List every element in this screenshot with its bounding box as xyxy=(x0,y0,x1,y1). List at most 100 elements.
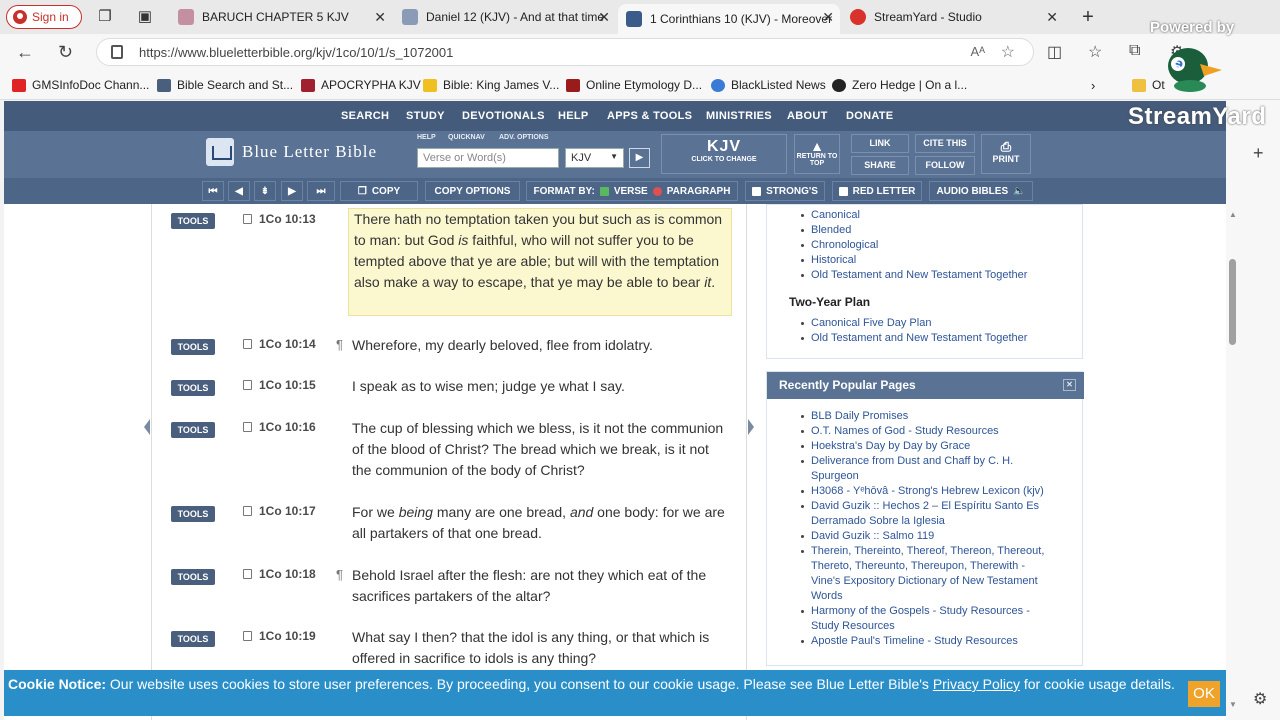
adv-options-link[interactable]: ADV. OPTIONS xyxy=(499,134,549,141)
popular-link[interactable]: Hoekstra's Day by Day by Grace xyxy=(789,439,1049,454)
popular-link[interactable]: David Guzik :: Salmo 119 xyxy=(789,529,1049,544)
bookmarks-more-icon[interactable]: › xyxy=(1091,78,1095,93)
close-tab-icon[interactable]: ✕ xyxy=(374,9,386,26)
paragraph-radio[interactable] xyxy=(652,186,662,196)
nav-search[interactable]: SEARCH xyxy=(341,110,389,122)
site-logo[interactable]: Blue Letter Bible xyxy=(206,138,377,166)
popular-link[interactable]: O.T. Names of God - Study Resources xyxy=(789,424,1049,439)
verse-reference[interactable]: 1Co 10:13 xyxy=(259,212,316,226)
new-tab-icon[interactable]: + xyxy=(1079,7,1097,27)
close-tab-icon[interactable]: ✕ xyxy=(1046,9,1058,26)
chapter-list-icon[interactable]: ⇟ xyxy=(254,181,276,201)
previous-page-arrow-icon[interactable] xyxy=(144,419,150,435)
copy-verse-icon[interactable] xyxy=(243,214,252,224)
tools-button[interactable]: TOOLS xyxy=(171,422,215,438)
verse-reference[interactable]: 1Co 10:16 xyxy=(259,420,316,434)
cite-this-button[interactable]: CITE THIS xyxy=(915,134,975,153)
follow-button[interactable]: FOLLOW xyxy=(915,156,975,175)
go-button[interactable]: ▶ xyxy=(629,148,650,168)
tab-daniel[interactable]: Daniel 12 (KJV) - And at that time ✕ xyxy=(394,4,616,30)
copy-options-button[interactable]: COPY OPTIONS xyxy=(425,181,520,201)
tab-streamyard[interactable]: StreamYard - Studio ✕ xyxy=(842,4,1064,30)
nav-help[interactable]: HELP xyxy=(558,110,589,122)
nav-ministries[interactable]: MINISTRIES xyxy=(706,110,772,122)
workspaces-icon[interactable]: ❐ xyxy=(96,8,114,26)
tab-1-corinthians[interactable]: 1 Corinthians 10 (KJV) - Moreover ✕ xyxy=(618,4,840,34)
copy-verse-icon[interactable] xyxy=(243,380,252,390)
quicknav-link[interactable]: QUICKNAV xyxy=(448,134,485,141)
verse-reference[interactable]: 1Co 10:19 xyxy=(259,629,316,643)
plan-link[interactable]: Chronological xyxy=(789,238,1027,253)
add-sidebar-icon[interactable]: + xyxy=(1253,143,1264,164)
copy-verse-icon[interactable] xyxy=(243,506,252,516)
bookmark-item[interactable]: Online Etymology D... xyxy=(566,78,702,92)
plan-link[interactable]: Canonical Five Day Plan xyxy=(789,316,1027,331)
collapse-panel-icon[interactable]: ✕ xyxy=(1063,379,1076,391)
share-button[interactable]: SHARE xyxy=(851,156,909,175)
plan-link[interactable]: Old Testament and New Testament Together xyxy=(789,331,1027,346)
copy-verse-icon[interactable] xyxy=(243,339,252,349)
popular-link[interactable]: Apostle Paul's Timeline - Study Resource… xyxy=(789,634,1049,649)
tools-button[interactable]: TOOLS xyxy=(171,631,215,647)
checkbox[interactable] xyxy=(838,186,848,196)
privacy-policy-link[interactable]: Privacy Policy xyxy=(933,676,1020,692)
plan-link[interactable]: Canonical xyxy=(789,208,1027,223)
nav-apps-tools[interactable]: APPS & TOOLS xyxy=(607,110,692,122)
settings-gear-icon[interactable]: ⚙ xyxy=(1253,689,1267,709)
next-page-arrow-icon[interactable] xyxy=(748,419,754,435)
return-to-top-button[interactable]: ▲ RETURN TO TOP xyxy=(794,134,840,174)
bookmark-item[interactable]: APOCRYPHA KJV xyxy=(301,78,421,92)
tools-button[interactable]: TOOLS xyxy=(171,569,215,585)
tools-button[interactable]: TOOLS xyxy=(171,213,215,229)
checkbox[interactable] xyxy=(752,186,762,196)
help-link[interactable]: HELP xyxy=(417,134,436,141)
popular-link[interactable]: David Guzik :: Hechos 2 – El Espíritu Sa… xyxy=(789,499,1049,529)
copy-verse-icon[interactable] xyxy=(243,631,252,641)
audio-bibles-button[interactable]: AUDIO BIBLES 🔈 xyxy=(929,181,1033,201)
verse-reference[interactable]: 1Co 10:15 xyxy=(259,378,316,392)
plan-link[interactable]: Blended xyxy=(789,223,1027,238)
bookmark-item[interactable]: Bible Search and St... xyxy=(157,78,293,92)
bookmark-item[interactable]: Zero Hedge | On a l... xyxy=(832,78,967,92)
popular-link[interactable]: H3068 - Yᵉhōvâ - Strong's Hebrew Lexicon… xyxy=(789,484,1049,499)
tab-actions-icon[interactable]: ▣ xyxy=(136,8,154,26)
nav-donate[interactable]: DONATE xyxy=(846,110,893,122)
verse-reference[interactable]: 1Co 10:17 xyxy=(259,504,316,518)
verse-reference[interactable]: 1Co 10:18 xyxy=(259,567,316,581)
close-tab-icon[interactable]: ✕ xyxy=(598,9,610,26)
tools-button[interactable]: TOOLS xyxy=(171,506,215,522)
refresh-icon[interactable]: ↻ xyxy=(58,42,73,63)
tab-baruch[interactable]: BARUCH CHAPTER 5 KJV ✕ xyxy=(170,4,392,30)
favorites-icon[interactable]: ☆ xyxy=(1088,42,1102,62)
popular-link[interactable]: Harmony of the Gospels - Study Resources… xyxy=(789,604,1049,634)
bookmark-item[interactable]: BlackListed News xyxy=(711,78,826,92)
back-icon[interactable]: ← xyxy=(16,42,34,63)
split-screen-icon[interactable]: ◫ xyxy=(1047,42,1062,62)
print-button[interactable]: ⎙ PRINT xyxy=(981,134,1031,174)
nav-study[interactable]: STUDY xyxy=(406,110,445,122)
previous-chapter-icon[interactable]: ◀ xyxy=(228,181,250,201)
verse-search-input[interactable]: Verse or Word(s) xyxy=(417,148,559,168)
copy-button[interactable]: ❐ COPY xyxy=(340,181,418,201)
strongs-toggle[interactable]: STRONG'S xyxy=(745,181,825,201)
first-chapter-icon[interactable]: ⏮ xyxy=(202,181,224,201)
copy-verse-icon[interactable] xyxy=(243,422,252,432)
change-version-button[interactable]: KJV CLICK TO CHANGE xyxy=(661,134,787,174)
nav-about[interactable]: ABOUT xyxy=(787,110,828,122)
copy-verse-icon[interactable] xyxy=(243,569,252,579)
plan-link[interactable]: Old Testament and New Testament Together xyxy=(789,268,1027,283)
cookie-ok-button[interactable]: OK xyxy=(1188,681,1220,707)
popular-link[interactable]: Therein, Thereinto, Thereof, Thereon, Th… xyxy=(789,544,1049,604)
close-tab-icon[interactable]: ✕ xyxy=(822,9,834,26)
link-button[interactable]: LINK xyxy=(851,134,909,153)
nav-devotionals[interactable]: DEVOTIONALS xyxy=(462,110,545,122)
red-letter-toggle[interactable]: RED LETTER xyxy=(832,181,922,201)
sign-in-button[interactable]: Sign in xyxy=(6,5,82,29)
url-field[interactable]: https://www.blueletterbible.org/kjv/1co/… xyxy=(96,38,1034,66)
plan-link[interactable]: Historical xyxy=(789,253,1027,268)
bookmark-item[interactable]: GMSInfoDoc Chann... xyxy=(12,78,149,92)
scroll-down-icon[interactable]: ▼ xyxy=(1229,700,1237,709)
version-select[interactable]: KJV ▼ xyxy=(565,148,624,168)
collections-icon[interactable]: ⧉ xyxy=(1129,42,1140,60)
verse-reference[interactable]: 1Co 10:14 xyxy=(259,337,316,351)
